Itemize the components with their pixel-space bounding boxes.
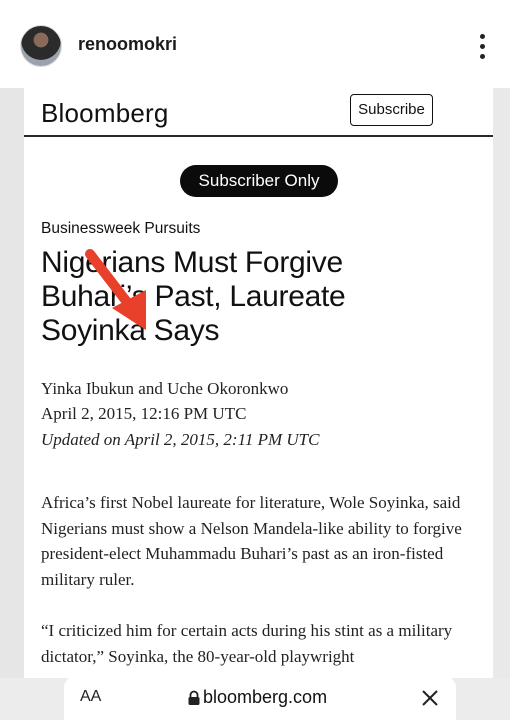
brand-logo[interactable]: Bloomberg xyxy=(41,98,169,129)
subscribe-button[interactable]: Subscribe xyxy=(350,94,433,126)
article-paragraph: Africa’s first Nobel laureate for litera… xyxy=(41,493,462,589)
lock-icon xyxy=(188,690,200,705)
article-page: Bloomberg Subscribe Subscriber Only Busi… xyxy=(24,88,493,678)
article-paragraph: “I criticized him for certain acts durin… xyxy=(41,621,453,666)
avatar[interactable] xyxy=(20,25,62,67)
post-header: renoomokri xyxy=(0,0,510,88)
section-label[interactable]: Businessweek Pursuits xyxy=(41,220,200,238)
username[interactable]: renoomokri xyxy=(78,34,177,55)
subscriber-only-badge: Subscriber Only xyxy=(180,165,338,197)
text-size-button[interactable]: AA xyxy=(80,688,101,706)
close-icon[interactable] xyxy=(421,689,439,707)
right-gutter xyxy=(493,88,510,720)
header-divider xyxy=(24,135,493,137)
more-options-icon[interactable] xyxy=(472,34,492,64)
url-text[interactable]: bloomberg.com xyxy=(203,687,327,708)
red-arrow-annotation xyxy=(85,249,146,330)
updated-date: Updated on April 2, 2015, 2:11 PM UTC xyxy=(41,430,320,449)
publish-date: April 2, 2015, 12:16 PM UTC xyxy=(41,404,247,423)
left-gutter xyxy=(0,88,24,720)
byline: Yinka Ibukun and Uche Okoronkwo xyxy=(41,379,289,398)
url-bar[interactable]: AA bloomberg.com xyxy=(64,676,456,720)
